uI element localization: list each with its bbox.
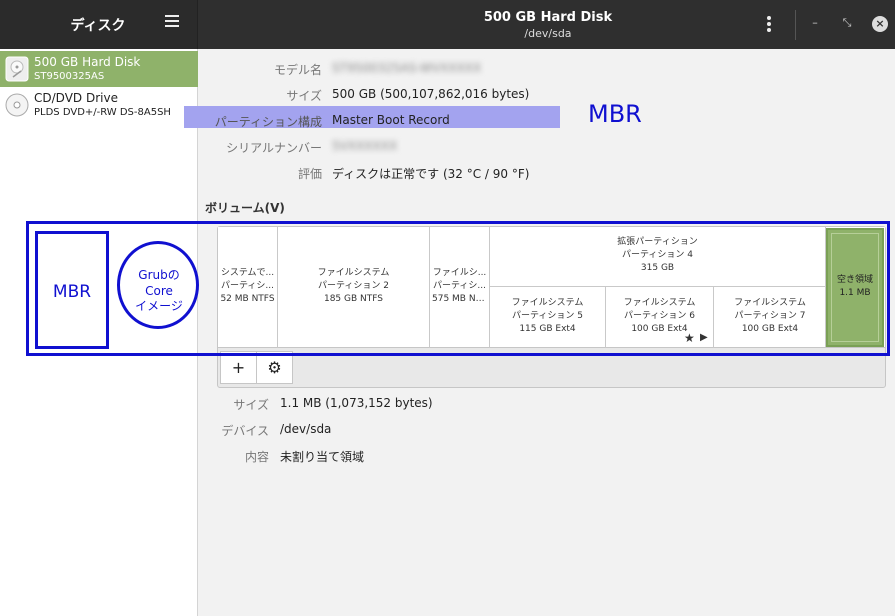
hamburger-menu-icon[interactable] — [165, 15, 179, 29]
volume-contents-value: 未割り当て領域 — [280, 450, 365, 464]
volumes-title: ボリューム(V) — [205, 201, 285, 215]
volume-size-value: 1.1 MB (1,073,152 bytes) — [280, 396, 433, 410]
serial-value: 5VXXXXXX — [332, 139, 398, 153]
header-separator — [795, 10, 796, 40]
header-bar: ディスク 500 GB Hard Disk /dev/sda – ⤡ × — [0, 0, 895, 49]
annotation-grub-line1: Grubの — [138, 268, 180, 282]
partitioning-label: パーティション構成 — [214, 115, 322, 129]
model-label: モデル名 — [273, 63, 322, 77]
window-title: 500 GB Hard Disk — [483, 10, 613, 25]
sidebar-header: ディスク — [0, 0, 198, 49]
volume-device-value: /dev/sda — [280, 422, 332, 436]
size-value: 500 GB (500,107,862,016 bytes) — [332, 87, 530, 101]
volume-size-label: サイズ — [233, 398, 269, 412]
annotation-mbr-text: MBR — [52, 282, 92, 302]
minimize-button[interactable]: – — [807, 16, 823, 32]
model-value: ST9500325AS-WVXXXXX — [332, 61, 482, 75]
mbr-annotation-label: MBR — [588, 100, 642, 128]
window-subtitle: /dev/sda — [524, 27, 572, 40]
annotation-grub-line2: Core — [145, 284, 173, 298]
assessment-value: ディスクは正常です (32 °C / 90 °F) — [332, 167, 530, 181]
assessment-label: 評価 — [297, 167, 322, 181]
size-label: サイズ — [286, 89, 322, 103]
restore-button[interactable]: ⤡ — [839, 16, 855, 32]
kebab-menu-icon[interactable] — [766, 16, 772, 34]
annotation-grub-line3: イメージ — [135, 299, 183, 313]
volume-device-label: デバイス — [221, 424, 269, 438]
partitioning-value: Master Boot Record — [332, 113, 450, 127]
volume-contents-label: 内容 — [244, 450, 269, 464]
serial-label: シリアルナンバー — [226, 141, 322, 155]
close-button[interactable]: × — [872, 16, 888, 32]
